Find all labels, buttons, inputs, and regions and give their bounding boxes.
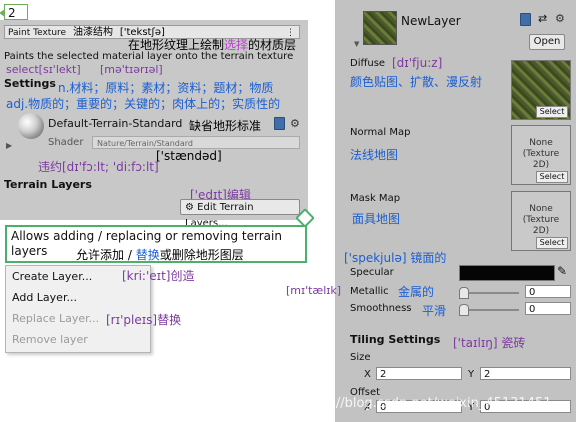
normal-select-button[interactable]: Select: [536, 171, 568, 183]
badge-pointer: [0, 9, 5, 17]
desc-zh-tail: 的材质层: [248, 38, 297, 52]
material-name: Default-Terrain-Standard: [48, 117, 183, 130]
material-noun-definition: n.材料；原料；素材；资料；题材；物质: [58, 81, 274, 95]
menu-remove-layer[interactable]: Remove layer: [12, 333, 88, 346]
specular-color-field[interactable]: [459, 265, 555, 281]
shader-dropdown[interactable]: Nature/Terrain/Standard: [92, 136, 300, 149]
normal-map-label: Normal Map: [350, 127, 411, 138]
settings-heading: Settings: [4, 77, 56, 90]
step-badge: 2: [0, 4, 28, 20]
gear-small-icon: ⚙: [185, 202, 194, 213]
create-annotation: [kri:'eɪt]创造: [122, 269, 195, 283]
smoothness-value-field[interactable]: 0: [525, 302, 571, 315]
edit-terrain-layers-button[interactable]: ⚙ Edit Terrain Layers...: [180, 199, 300, 229]
metallic-zh: 金属的: [398, 285, 435, 299]
desc-zh-highlight: 选择: [224, 38, 249, 52]
diffuse-label: Diffuse: [350, 58, 386, 69]
metallic-label: Metallic: [350, 286, 389, 297]
desc-zh: 在地形纹理上绘制: [128, 38, 225, 52]
thumbnail-dropdown-icon[interactable]: ▼: [354, 40, 359, 48]
tooltip-zh-tail: 或删除地形图层: [159, 248, 244, 262]
mask-map-slot[interactable]: None (Texture 2D) Select: [511, 191, 571, 251]
gear-icon[interactable]: ⚙: [290, 117, 300, 130]
diffuse-phonetic: [dɪ'fju:z]: [392, 56, 443, 70]
tooltip-zh-head: 允许添加 /: [76, 248, 136, 262]
tiling-annotation: ['taɪlɪŋ] 瓷砖: [453, 336, 526, 350]
material-preview-sphere: [18, 113, 44, 139]
layer-name: NewLayer: [401, 14, 461, 28]
metallic-value-field[interactable]: 0: [525, 285, 571, 298]
gear-icon-right[interactable]: ⚙: [555, 12, 565, 25]
specular-annotation: ['spekjulə] 镜面的: [344, 251, 447, 265]
diffuse-zh: 颜色贴图、扩散、漫反射: [350, 75, 483, 89]
replace-annotation: [rɪ'pleɪs]替换: [106, 313, 182, 327]
smoothness-zh: 平滑: [422, 304, 447, 318]
preset-icon[interactable]: ⇄: [538, 12, 547, 25]
default-terrain-zh: 缺省地形标准: [189, 119, 262, 133]
diffuse-texture-slot[interactable]: Select: [511, 60, 571, 120]
material-adj-definition: adj.物质的；重要的；关键的；肉体上的；实质性的: [6, 97, 281, 111]
terrain-layers-heading: Terrain Layers: [4, 178, 92, 191]
mask-map-zh: 面具地图: [352, 212, 401, 226]
open-button[interactable]: Open: [529, 34, 565, 50]
size-x-field[interactable]: 2: [376, 367, 462, 380]
diffuse-select-button[interactable]: Select: [536, 106, 568, 118]
material-phonetic: [mə'tɪərɪəl]: [100, 63, 163, 76]
metallic-slider-knob[interactable]: [459, 287, 469, 299]
eyedropper-icon[interactable]: ✎: [557, 264, 567, 278]
specular-label: Specular: [350, 267, 394, 278]
select-phonetic: select[sɪ'lekt]: [6, 63, 81, 76]
smoothness-label: Smoothness: [350, 303, 412, 314]
normal-map-none: None (Texture 2D): [522, 138, 560, 170]
watermark-text: https://blog.csdn.net/weixin_45131451: [298, 396, 552, 411]
tooltip-title-zh: 油漆结构: [72, 27, 113, 38]
foldout-arrow-icon[interactable]: ▶: [6, 141, 12, 150]
tooltip-zh-highlight: 替换: [135, 248, 160, 262]
metallic-phonetic: [mɪ'tælɪk]: [286, 284, 342, 297]
menu-replace-layer[interactable]: Replace Layer...: [12, 312, 99, 325]
default-phonetic: 违约[dɪ'fɔ:lt; 'di:fɔ:lt]: [38, 160, 159, 174]
standard-phonetic: ['stændəd]: [156, 149, 222, 163]
tooltip-zh: 允许添加 / 替换或删除地形图层: [76, 246, 244, 263]
menu-add-layer[interactable]: Add Layer...: [12, 291, 77, 304]
mask-select-button[interactable]: Select: [536, 237, 568, 249]
tooltip-title: Paint Texture: [8, 28, 67, 38]
step-number: 2: [8, 6, 16, 20]
normal-map-slot[interactable]: None (Texture 2D) Select: [511, 125, 571, 185]
size-label: Size: [350, 352, 371, 363]
help-book-icon-right[interactable]: [520, 13, 531, 26]
smoothness-slider-knob[interactable]: [459, 304, 469, 316]
mask-map-label: Mask Map: [350, 193, 401, 204]
shader-label: Shader: [48, 137, 84, 148]
mask-map-none: None (Texture 2D): [522, 204, 560, 236]
size-x-label: X: [364, 369, 371, 380]
tiling-settings-heading: Tiling Settings: [350, 333, 441, 346]
size-y-field[interactable]: 2: [480, 367, 571, 380]
paint-texture-description: Paints the selected material layer onto …: [4, 51, 294, 62]
menu-create-layer[interactable]: Create Layer...: [12, 270, 92, 283]
help-book-icon[interactable]: [274, 117, 285, 130]
size-y-label: Y: [468, 369, 475, 380]
normal-map-zh: 法线地图: [350, 148, 399, 162]
layer-thumbnail: [363, 11, 397, 45]
